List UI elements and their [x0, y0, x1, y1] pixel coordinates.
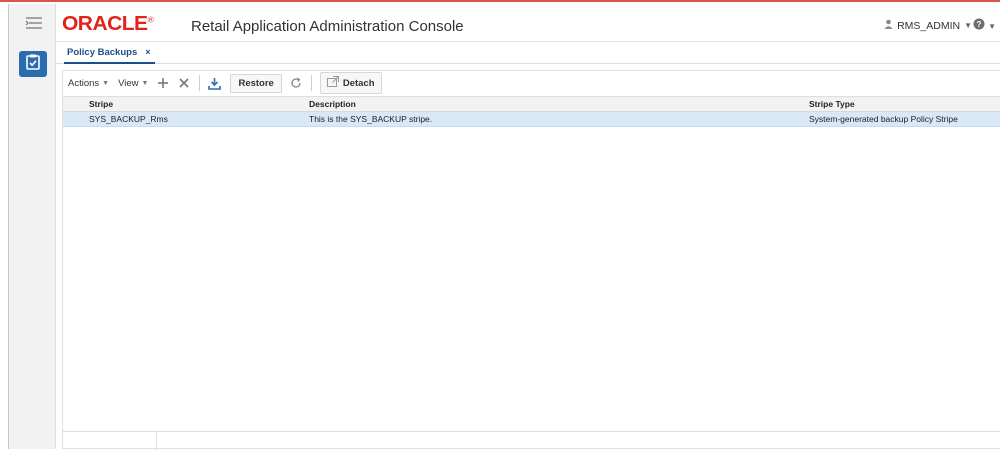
column-header-stripe-type[interactable]: Stripe Type [807, 97, 1000, 111]
left-rail [8, 4, 56, 449]
svg-text:?: ? [977, 20, 982, 29]
app-title: Retail Application Administration Consol… [191, 18, 464, 35]
column-header-stripe[interactable]: Stripe [63, 97, 307, 111]
tab-bar: Policy Backups × [56, 42, 1000, 64]
task-list-icon [26, 54, 40, 75]
toolbar-divider [310, 75, 312, 91]
close-icon[interactable]: × [145, 47, 150, 62]
toolbar: Actions ▼ View ▼ Restore Detach [63, 71, 1000, 95]
view-label: View [118, 77, 139, 89]
restore-button[interactable]: Restore [230, 73, 282, 93]
toolbar-divider [199, 75, 201, 91]
user-icon [884, 19, 893, 32]
user-name: RMS_ADMIN [897, 19, 961, 32]
table-empty-area [63, 128, 1000, 430]
detach-icon [326, 76, 339, 90]
policy-backups-panel: Actions ▼ View ▼ Restore Detach Stripe D… [62, 70, 1000, 451]
policy-backups-table: Stripe Description Stripe Type SYS_BACKU… [63, 96, 1000, 127]
detach-label: Detach [342, 77, 375, 89]
cell-stripe-type: System-generated backup Policy Stripe [809, 114, 958, 124]
add-icon[interactable] [157, 77, 169, 89]
detach-button[interactable]: Detach [319, 72, 382, 94]
cell-stripe: SYS_BACKUP_Rms [89, 114, 168, 124]
view-menu[interactable]: View ▼ [118, 78, 148, 89]
chevron-down-icon: ▼ [141, 79, 149, 87]
app-header: ORACLE® Retail Application Administratio… [56, 4, 1000, 42]
table-footer [63, 431, 1000, 451]
tab-label: Policy Backups [67, 47, 138, 58]
table-header: Stripe Description Stripe Type [63, 96, 1000, 112]
column-header-description[interactable]: Description [307, 97, 807, 111]
help-menu[interactable]: ? ▼ [973, 17, 996, 35]
refresh-icon[interactable] [290, 77, 302, 89]
cell-description: This is the SYS_BACKUP stripe. [309, 114, 433, 124]
task-list-button[interactable] [19, 51, 47, 77]
menu-icon[interactable] [25, 16, 43, 30]
footer-divider [156, 432, 157, 451]
user-menu[interactable]: RMS_ADMIN ▼ [884, 19, 972, 32]
delete-icon[interactable] [178, 77, 190, 89]
download-icon[interactable] [208, 77, 222, 90]
actions-label: Actions [68, 77, 100, 89]
help-icon: ? [973, 17, 985, 35]
chevron-down-icon: ▼ [964, 21, 972, 30]
actions-menu[interactable]: Actions ▼ [68, 78, 109, 89]
app-window: ORACLE® Retail Application Administratio… [0, 0, 1000, 451]
oracle-logo: ORACLE® [62, 13, 154, 35]
tab-policy-backups[interactable]: Policy Backups × [64, 44, 155, 64]
chevron-down-icon: ▼ [102, 79, 110, 87]
table-row[interactable]: SYS_BACKUP_Rms This is the SYS_BACKUP st… [63, 112, 1000, 127]
chevron-down-icon: ▼ [988, 21, 996, 31]
